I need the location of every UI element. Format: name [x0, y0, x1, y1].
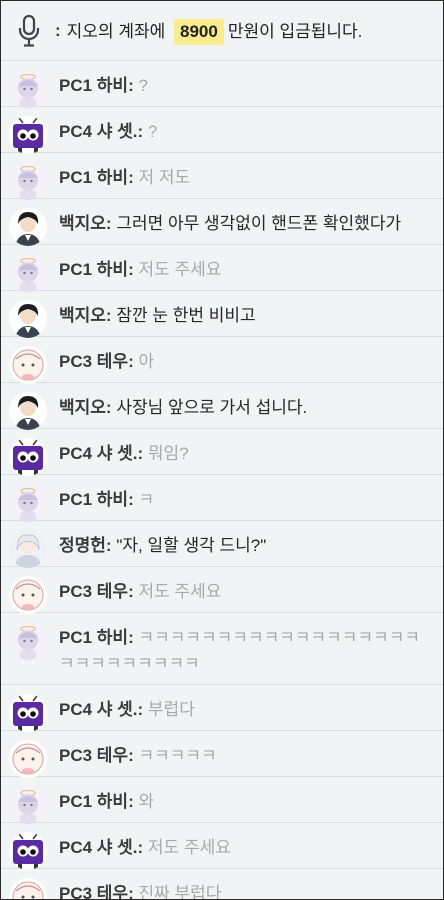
message-line: PC4 샤 셋.: 뭐임? [59, 438, 189, 467]
chat-message: PC1 하비: 와 [1, 777, 443, 824]
message-line: PC4 샤 셋.: 저도 주세요 [59, 832, 231, 861]
avatar [9, 300, 47, 338]
chat-message: 백지오: 사장님 앞으로 가서 섭니다. [1, 383, 443, 430]
chat-message: PC4 샤 셋.: 부럽다 [1, 685, 443, 732]
message-line: PC1 하비: 저도 주세요 [59, 254, 221, 283]
speaker-name: PC1 하비: [59, 260, 134, 279]
narration-colon: : [55, 20, 61, 40]
speaker-name: PC4 샤 셋.: [59, 700, 144, 719]
chat-message: 백지오: 잠깐 눈 한번 비비고 [1, 291, 443, 338]
speaker-name: 정명헌: [59, 536, 112, 555]
message-line: PC3 테우: 진짜 부럽다 [59, 878, 222, 900]
highlighted-amount: 8900 [173, 18, 224, 45]
avatar [9, 832, 47, 870]
avatar [9, 162, 47, 200]
speaker-name: PC4 샤 셋.: [59, 122, 144, 141]
message-list: PC1 하비: ? PC4 샤 셋.: ? PC1 하비: 저 저도 백지오: 그러면… [1, 61, 443, 900]
avatar [9, 70, 47, 108]
message-line: 백지오: 사장님 앞으로 가서 섭니다. [59, 392, 307, 421]
chat-message: PC3 테우: 저도 주세요 [1, 567, 443, 614]
message-line: PC1 하비: ㅋ [59, 484, 154, 513]
speaker-name: PC3 테우: [59, 884, 134, 900]
narration-row: : 지오의 계좌에 8900 만원이 입금됩니다. [1, 1, 443, 61]
chat-message: PC4 샤 셋.: 뭐임? [1, 429, 443, 476]
avatar [9, 786, 47, 824]
message-line: PC3 테우: 아 [59, 346, 154, 375]
avatar [9, 438, 47, 476]
message-text: 저도 주세요 [138, 260, 222, 279]
speaker-name: PC1 하비: [59, 490, 134, 509]
avatar [9, 740, 47, 778]
chat-message: PC4 샤 셋.: 저도 주세요 [1, 823, 443, 870]
message-text: 아 [138, 352, 155, 371]
message-line: 백지오: 잠깐 눈 한번 비비고 [59, 300, 256, 329]
speaker-name: 백지오: [59, 398, 112, 417]
speaker-name: PC3 테우: [59, 746, 134, 765]
message-text: ? [147, 122, 158, 141]
avatar [9, 346, 47, 384]
speaker-name: PC4 샤 셋.: [59, 444, 144, 463]
message-text: 사장님 앞으로 가서 섭니다. [116, 398, 308, 417]
avatar [9, 116, 47, 154]
narration-post: 만원이 입금됩니다. [227, 21, 363, 41]
chat-message: PC1 하비: 저도 주세요 [1, 245, 443, 292]
speaker-name: PC1 하비: [59, 792, 134, 811]
avatar [9, 694, 47, 732]
speaker-name: PC3 테우: [59, 582, 134, 601]
message-text: ? [138, 76, 148, 95]
message-line: 정명헌: "자, 일할 생각 드니?" [59, 530, 266, 559]
chat-message: PC1 하비: ㅋ [1, 475, 443, 522]
message-line: PC1 하비: ? [59, 70, 148, 99]
message-text: 저 저도 [138, 168, 191, 187]
speaker-name: PC1 하비: [59, 628, 134, 647]
speaker-name: 백지오: [59, 306, 112, 325]
narration-pre: 지오의 계좌에 [66, 21, 166, 41]
chat-message: PC1 하비: 저 저도 [1, 153, 443, 200]
speaker-name: 백지오: [59, 214, 112, 233]
avatar [9, 576, 47, 614]
message-line: PC4 샤 셋.: ? [59, 116, 157, 145]
avatar [9, 484, 47, 522]
chat-message: PC1 하비: ? [1, 61, 443, 108]
avatar [9, 530, 47, 568]
chat-message: 정명헌: "자, 일할 생각 드니?" [1, 521, 443, 568]
message-text: 잠깐 눈 한번 비비고 [116, 306, 256, 325]
message-text: 저도 주세요 [147, 838, 231, 857]
message-line: PC3 테우: ㅋㅋㅋㅋㅋ [59, 740, 217, 769]
chat-message: PC4 샤 셋.: ? [1, 107, 443, 154]
message-line: PC4 샤 셋.: 부럽다 [59, 694, 195, 723]
avatar [9, 254, 47, 292]
message-text: "자, 일할 생각 드니?" [116, 536, 267, 555]
message-text: ㅋㅋㅋㅋㅋ [138, 746, 217, 765]
speaker-name: PC1 하비: [59, 76, 134, 95]
message-text: 부럽다 [147, 700, 195, 719]
speaker-name: PC1 하비: [59, 168, 134, 187]
narration-text: 지오의 계좌에 8900 만원이 입금됩니다. [66, 17, 363, 45]
message-line: PC1 하비: ㅋㅋㅋㅋㅋㅋㅋㅋㅋㅋㅋㅋㅋㅋㅋㅋㅋㅋㅋㅋㅋㅋㅋㅋㅋㅋㅋ [59, 622, 435, 677]
message-line: 백지오: 그러면 아무 생각없이 핸드폰 확인했다가 [59, 208, 401, 237]
avatar [9, 392, 47, 430]
chat-message: PC3 테우: 진짜 부럽다 [1, 869, 443, 900]
chat-message: PC3 테우: 아 [1, 337, 443, 384]
chat-message: PC3 테우: ㅋㅋㅋㅋㅋ [1, 731, 443, 778]
avatar [9, 878, 47, 899]
message-text: 그러면 아무 생각없이 핸드폰 확인했다가 [116, 214, 402, 233]
chat-message: 백지오: 그러면 아무 생각없이 핸드폰 확인했다가 [1, 199, 443, 246]
message-line: PC1 하비: 와 [59, 786, 154, 815]
chat-message: PC1 하비: ㅋㅋㅋㅋㅋㅋㅋㅋㅋㅋㅋㅋㅋㅋㅋㅋㅋㅋㅋㅋㅋㅋㅋㅋㅋㅋㅋ [1, 613, 443, 685]
message-text: 저도 주세요 [138, 582, 222, 601]
avatar [9, 622, 47, 660]
speaker-name: PC3 테우: [59, 352, 134, 371]
microphone-icon [13, 13, 45, 49]
message-text: 뭐임? [147, 444, 189, 463]
message-line: PC3 테우: 저도 주세요 [59, 576, 221, 605]
chat-log: : 지오의 계좌에 8900 만원이 입금됩니다. PC1 하비: ? PC4 샤 … [0, 0, 444, 900]
message-line: PC1 하비: 저 저도 [59, 162, 190, 191]
speaker-name: PC4 샤 셋.: [59, 838, 144, 857]
message-text: 와 [138, 792, 155, 811]
message-text: ㅋ [138, 490, 155, 509]
avatar [9, 208, 47, 246]
message-text: 진짜 부럽다 [138, 884, 222, 900]
